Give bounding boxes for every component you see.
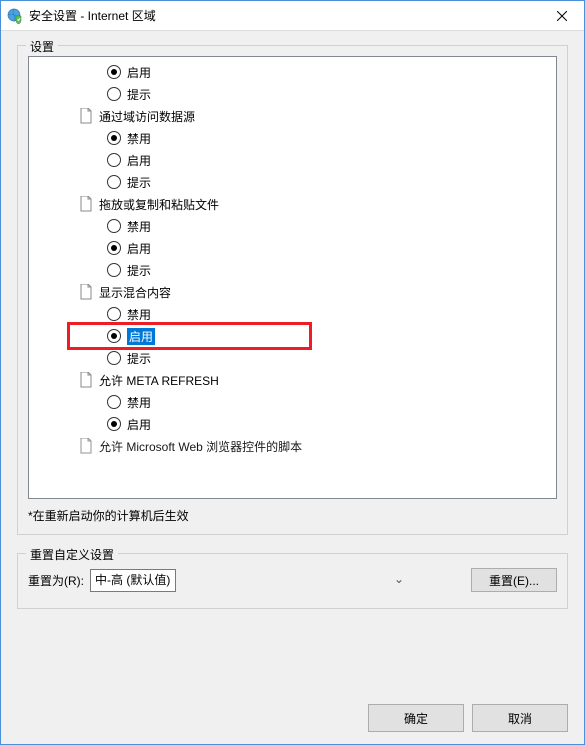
settings-group: 允许 META REFRESH bbox=[29, 369, 556, 391]
option-label: 提示 bbox=[127, 174, 151, 191]
settings-group: 允许 Microsoft Web 浏览器控件的脚本 bbox=[29, 435, 556, 457]
titlebar: 安全设置 - Internet 区域 bbox=[1, 1, 584, 31]
option-label: 启用 bbox=[127, 64, 151, 81]
radio-option[interactable]: 启用 bbox=[29, 149, 556, 171]
radio-option[interactable]: 提示 bbox=[29, 259, 556, 281]
reset-fieldset: 重置自定义设置 重置为(R): 中-高 (默认值) 重置(E)... bbox=[17, 553, 568, 609]
settings-legend: 设置 bbox=[26, 38, 58, 55]
radio-icon bbox=[107, 417, 121, 431]
window-title: 安全设置 - Internet 区域 bbox=[29, 7, 539, 24]
reset-to-label: 重置为(R): bbox=[28, 572, 84, 589]
radio-icon bbox=[107, 263, 121, 277]
option-label: 禁用 bbox=[127, 130, 151, 147]
document-icon bbox=[79, 438, 95, 454]
document-icon bbox=[79, 108, 95, 124]
dialog-window: 安全设置 - Internet 区域 设置 启用 提示 bbox=[0, 0, 585, 745]
radio-option[interactable]: 禁用 bbox=[29, 215, 556, 237]
option-label: 禁用 bbox=[127, 306, 151, 323]
reset-level-select-wrap: 中-高 (默认值) bbox=[90, 569, 410, 592]
radio-option[interactable]: 禁用 bbox=[29, 127, 556, 149]
option-label: 启用 bbox=[127, 240, 151, 257]
settings-fieldset: 设置 启用 提示 通过域访问数据源 bbox=[17, 45, 568, 535]
document-icon bbox=[79, 284, 95, 300]
radio-icon bbox=[107, 351, 121, 365]
group-title: 允许 META REFRESH bbox=[99, 372, 219, 389]
ok-button[interactable]: 确定 bbox=[368, 704, 464, 732]
settings-group: 显示混合内容 bbox=[29, 281, 556, 303]
radio-icon bbox=[107, 307, 121, 321]
reset-row: 重置为(R): 中-高 (默认值) 重置(E)... bbox=[28, 568, 557, 592]
radio-icon bbox=[107, 131, 121, 145]
group-title: 允许 Microsoft Web 浏览器控件的脚本 bbox=[99, 438, 302, 455]
option-label: 禁用 bbox=[127, 218, 151, 235]
radio-icon bbox=[107, 65, 121, 79]
settings-group: 拖放或复制和粘贴文件 bbox=[29, 193, 556, 215]
radio-option[interactable]: 禁用 bbox=[29, 391, 556, 413]
radio-option[interactable]: 启用 bbox=[29, 413, 556, 435]
radio-option[interactable]: 启用 bbox=[29, 237, 556, 259]
radio-option[interactable]: 启用 bbox=[29, 61, 556, 83]
group-title: 拖放或复制和粘贴文件 bbox=[99, 196, 219, 213]
option-label: 启用 bbox=[127, 416, 151, 433]
settings-tree[interactable]: 启用 提示 通过域访问数据源 禁用 bbox=[28, 56, 557, 499]
option-label: 启用 bbox=[127, 152, 151, 169]
option-label: 提示 bbox=[127, 350, 151, 367]
radio-icon bbox=[107, 153, 121, 167]
radio-option[interactable]: 禁用 bbox=[29, 303, 556, 325]
option-label: 提示 bbox=[127, 262, 151, 279]
reset-level-select[interactable]: 中-高 (默认值) bbox=[90, 569, 176, 592]
cancel-button[interactable]: 取消 bbox=[472, 704, 568, 732]
option-label: 禁用 bbox=[127, 394, 151, 411]
option-label: 提示 bbox=[127, 86, 151, 103]
reset-button[interactable]: 重置(E)... bbox=[471, 568, 557, 592]
radio-option[interactable]: 提示 bbox=[29, 171, 556, 193]
dialog-footer: 确定 取消 bbox=[17, 680, 568, 732]
restart-note: *在重新启动你的计算机后生效 bbox=[28, 507, 557, 524]
radio-option[interactable]: 提示 bbox=[29, 347, 556, 369]
reset-legend: 重置自定义设置 bbox=[26, 546, 118, 563]
close-icon bbox=[557, 11, 567, 21]
settings-group: 通过域访问数据源 bbox=[29, 105, 556, 127]
group-title: 通过域访问数据源 bbox=[99, 108, 195, 125]
document-icon bbox=[79, 372, 95, 388]
option-label: 启用 bbox=[127, 328, 155, 345]
document-icon bbox=[79, 196, 95, 212]
radio-option[interactable]: 提示 bbox=[29, 83, 556, 105]
radio-icon bbox=[107, 329, 121, 343]
radio-icon bbox=[107, 241, 121, 255]
close-button[interactable] bbox=[539, 1, 584, 31]
radio-icon bbox=[107, 395, 121, 409]
radio-icon bbox=[107, 219, 121, 233]
group-title: 显示混合内容 bbox=[99, 284, 171, 301]
radio-option-highlighted[interactable]: 启用 bbox=[29, 325, 556, 347]
radio-icon bbox=[107, 175, 121, 189]
dialog-content: 设置 启用 提示 通过域访问数据源 bbox=[1, 31, 584, 744]
radio-icon bbox=[107, 87, 121, 101]
globe-shield-icon bbox=[7, 8, 23, 24]
